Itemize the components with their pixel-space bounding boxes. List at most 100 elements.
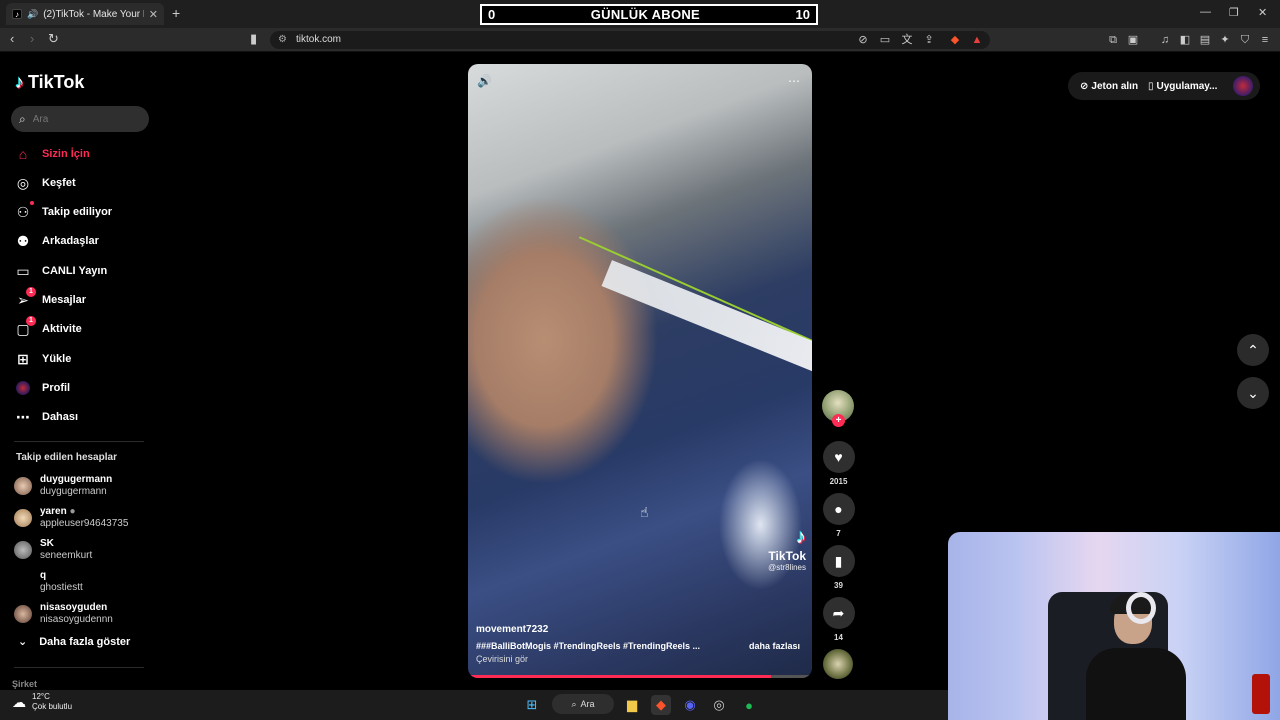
see-more-link[interactable]: daha fazlası <box>749 641 800 651</box>
more-icon: ⋯ <box>16 408 30 425</box>
more-options-icon[interactable]: ⋯ <box>788 74 800 88</box>
save-count: 39 <box>834 581 843 590</box>
followed-account[interactable]: q ghostiestt <box>14 570 83 594</box>
speaker-icon[interactable]: 🔊 <box>27 9 38 20</box>
save-action[interactable]: ▮ 39 <box>822 545 855 590</box>
bookmark-icon[interactable]: ▮ <box>822 545 855 577</box>
menu-item-messages[interactable]: ➢ 1 Mesajlar <box>14 287 86 311</box>
file-explorer-icon[interactable]: ▆ <box>622 695 642 715</box>
menu-item-for-you[interactable]: ⌂ Sizin İçin <box>14 143 90 165</box>
logo-text: TikTok <box>28 72 85 92</box>
close-tab-icon[interactable]: ✕ <box>149 8 158 21</box>
share-action[interactable]: ➦ 14 <box>822 597 855 642</box>
account-handle: duygugermann <box>40 486 107 497</box>
see-translation-link[interactable]: Çevirisini gör <box>476 654 528 664</box>
taskbar-search[interactable]: ⌕ Ara <box>552 694 614 714</box>
browser-tab[interactable]: ♪ 🔊 (2)TikTok - Make Your Day ✕ <box>6 3 164 25</box>
share-arrow-icon[interactable]: ➦ <box>822 597 855 629</box>
brave-browser-icon[interactable]: ◆ <box>651 695 671 715</box>
company-link[interactable]: Şirket <box>12 679 37 689</box>
share-icon[interactable]: ⇪ <box>922 33 936 47</box>
video-content <box>601 260 812 376</box>
video-author[interactable]: movement7232 <box>476 624 548 635</box>
previous-video-button[interactable]: ⌃ <box>1237 334 1269 366</box>
get-coins-button[interactable]: ⊘ Jeton alın <box>1080 76 1138 96</box>
minimize-icon[interactable]: — <box>1200 6 1211 18</box>
translate-icon[interactable]: 文 <box>900 33 914 47</box>
avatar <box>14 605 32 623</box>
leo-ai-icon[interactable]: ✦ <box>1218 33 1232 47</box>
back-icon[interactable]: ‹ <box>10 31 14 46</box>
account-name: nisasoyguden <box>40 602 108 613</box>
comment-icon[interactable]: ● <box>822 493 855 525</box>
media-icon[interactable]: ♫ <box>1158 33 1172 47</box>
video-hashtags[interactable]: ###BalliBotMogis #TrendingReels #Trendin… <box>476 641 726 651</box>
reload-icon[interactable]: ↻ <box>48 31 59 47</box>
comment-action[interactable]: ● 7 <box>822 493 855 538</box>
menu-item-live[interactable]: ▭ CANLI Yayın <box>14 260 107 282</box>
account-handle: nisasoygudennn <box>40 614 113 625</box>
like-action[interactable]: ♥ 2015 <box>822 441 855 486</box>
video-player[interactable]: 🔊 ⋯ ♪ TikTok @str8lines ☝ movement7232 #… <box>468 64 812 678</box>
headphones <box>1126 592 1156 624</box>
menu-item-activity[interactable]: ▢ 1 Aktivite <box>14 316 82 340</box>
menu-item-explore[interactable]: ◎ Keşfet <box>14 172 76 194</box>
no-translate-icon[interactable]: ⊘ <box>856 33 870 47</box>
heart-icon[interactable]: ♥ <box>822 441 855 473</box>
overlay-left-count: 0 <box>488 7 496 22</box>
spotify-icon[interactable]: ● <box>739 695 759 715</box>
vpn-icon[interactable]: ⛉ <box>1238 33 1252 47</box>
weather-widget[interactable]: ☁ 12°C Çok bulutlu <box>12 692 72 712</box>
close-window-icon[interactable]: ✕ <box>1258 6 1267 19</box>
discord-icon[interactable]: ◉ <box>680 695 700 715</box>
new-tab-icon[interactable]: + <box>172 5 180 21</box>
video-progress-bar[interactable] <box>468 675 812 678</box>
search-bar[interactable]: ⌕ <box>11 106 149 132</box>
search-input[interactable] <box>32 113 133 125</box>
cast-icon[interactable]: ▭ <box>878 33 892 47</box>
messages-icon: ➢ 1 <box>14 287 36 309</box>
menu-icon[interactable]: ≡ <box>1258 33 1272 47</box>
wallet-icon[interactable]: ▤ <box>1198 33 1212 47</box>
live-icon: ▭ <box>16 262 30 279</box>
avatar <box>14 477 32 495</box>
overlay-title: GÜNLÜK ABONE <box>590 7 701 22</box>
menu-item-friends[interactable]: ⚉ Arkadaşlar <box>14 230 99 252</box>
brave-rewards-icon[interactable]: ▲ <box>970 33 984 47</box>
sidebar-divider <box>14 441 144 442</box>
followed-account[interactable]: SK seneemkurt <box>14 538 92 562</box>
get-app-button[interactable]: ▯ Uygulamay... <box>1148 76 1217 96</box>
screenshot-icon[interactable]: ▣ <box>1126 33 1140 47</box>
forward-icon[interactable]: › <box>30 31 34 46</box>
brave-shield-icon[interactable]: ◆ <box>948 33 962 47</box>
friends-icon: ⚉ <box>16 232 30 249</box>
sidebar-icon[interactable]: ◧ <box>1178 33 1192 47</box>
menu-item-more[interactable]: ⋯ Dahası <box>14 406 78 428</box>
windows-start-icon[interactable]: ⊞ <box>522 695 542 715</box>
avatar <box>14 509 32 527</box>
volume-icon[interactable]: 🔊 <box>477 74 492 88</box>
extensions-icon[interactable]: ⧉ <box>1106 33 1120 47</box>
profile-icon <box>14 379 32 397</box>
steam-icon[interactable]: ◎ <box>709 695 729 715</box>
coin-icon: ⊘ <box>1080 80 1089 92</box>
menu-item-upload[interactable]: ⊞ Yükle <box>14 348 71 370</box>
search-icon: ⌕ <box>571 698 577 709</box>
profile-avatar[interactable] <box>1233 76 1253 96</box>
followed-account[interactable]: yaren ● appleuser94643735 <box>14 506 128 530</box>
messages-badge: 1 <box>26 287 36 297</box>
menu-item-following[interactable]: ⚇ Takip ediliyor <box>14 201 112 223</box>
tiktok-logo[interactable]: ♪ TikTok <box>15 72 84 93</box>
music-disc-icon[interactable] <box>823 649 853 679</box>
next-video-button[interactable]: ⌄ <box>1237 377 1269 409</box>
taskbar <box>0 690 948 720</box>
menu-item-profile[interactable]: Profil <box>14 377 70 399</box>
show-more-button[interactable]: ⌄ Daha fazla göster <box>18 635 130 649</box>
followed-account[interactable]: duygugermann duygugermann <box>14 474 112 498</box>
followed-account[interactable]: nisasoyguden nisasoygudennn <box>14 602 113 626</box>
maximize-icon[interactable]: ❐ <box>1229 6 1239 19</box>
follow-plus-icon[interactable]: + <box>832 414 845 427</box>
activity-icon: ▢ 1 <box>14 316 36 338</box>
site-settings-icon[interactable]: ⚙ <box>278 31 287 49</box>
bookmark-icon[interactable]: ▮ <box>250 31 257 47</box>
